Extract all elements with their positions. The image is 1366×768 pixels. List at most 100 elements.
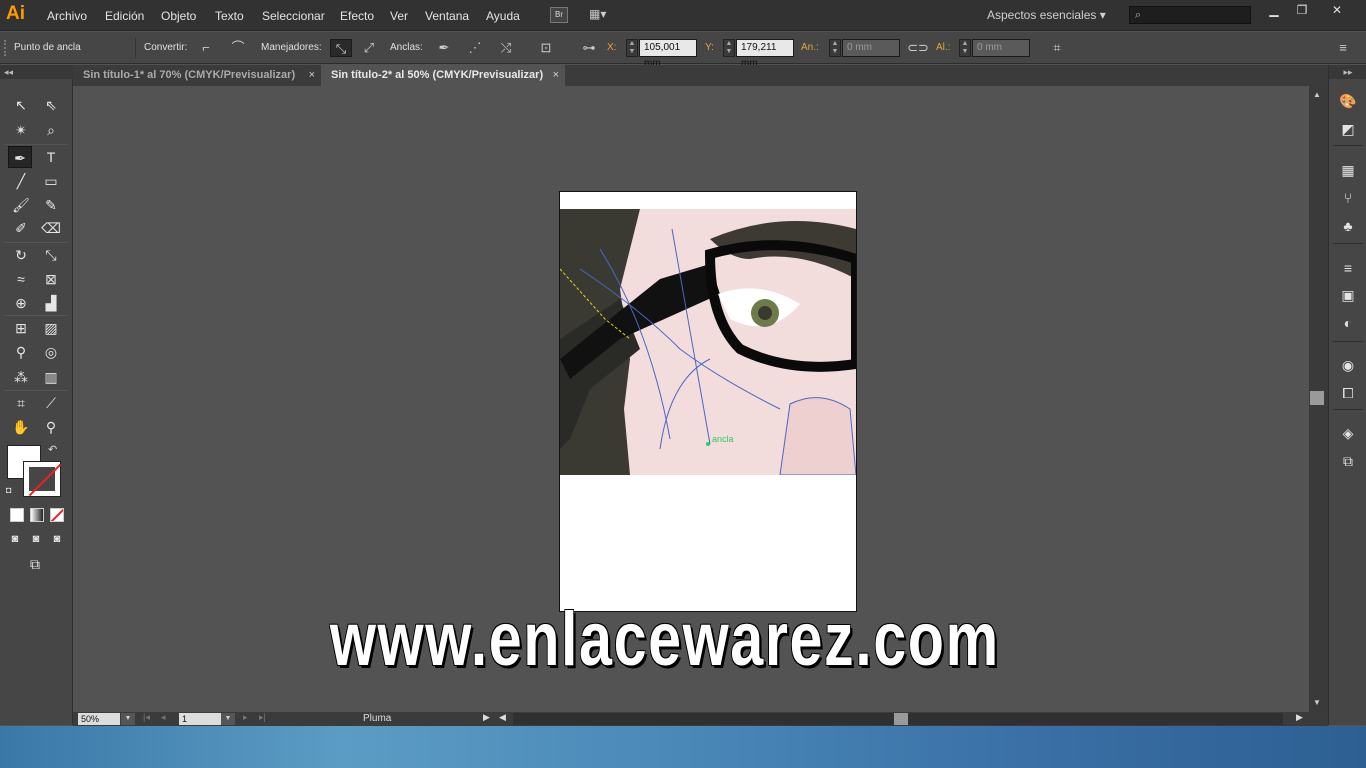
- last-artboard-icon[interactable]: ▸|: [259, 712, 266, 723]
- show-handles-icon[interactable]: ⤡: [330, 39, 352, 57]
- remove-anchor-icon[interactable]: ✒: [433, 39, 455, 57]
- close-icon[interactable]: ✕: [1326, 3, 1348, 17]
- tab-document-2[interactable]: Sin título-2* al 50% (CMYK/Previsualizar…: [321, 65, 565, 86]
- scroll-right-icon[interactable]: ▶: [1296, 712, 1303, 723]
- direct-selection-tool-icon[interactable]: ⇖: [39, 94, 63, 116]
- menu-archivo[interactable]: Archivo: [47, 9, 87, 23]
- transparency-panel-icon[interactable]: ◐: [1337, 313, 1359, 333]
- blob-brush-tool-icon[interactable]: ✐: [9, 217, 33, 239]
- mesh-tool-icon[interactable]: ⊞: [9, 317, 33, 339]
- width-stepper[interactable]: ▲ ▼: [829, 39, 841, 57]
- width-field[interactable]: 0 mm: [842, 39, 900, 57]
- convert-corner-icon[interactable]: ⌐: [195, 39, 217, 57]
- pen-tool-icon[interactable]: ✒: [8, 146, 32, 168]
- hide-handles-icon[interactable]: ⤢: [358, 39, 380, 57]
- horizontal-scrollbar[interactable]: [513, 713, 1283, 725]
- control-bar-grip[interactable]: [4, 40, 8, 56]
- tools-panel-collapse-icon[interactable]: ◂◂: [0, 65, 73, 79]
- help-search-input[interactable]: ⌕: [1129, 6, 1251, 24]
- width-tool-icon[interactable]: ≈: [9, 268, 33, 290]
- slice-tool-icon[interactable]: ⟋: [39, 392, 63, 414]
- artwork-illustration[interactable]: ancla: [560, 209, 856, 475]
- layers-panel-icon[interactable]: ◈: [1337, 423, 1359, 443]
- next-artboard-icon[interactable]: ▸: [243, 712, 248, 723]
- link-proportions-icon[interactable]: ⊂⊃: [907, 39, 929, 57]
- selection-tool-icon[interactable]: ↖: [9, 94, 33, 116]
- menu-edicion[interactable]: Edición: [105, 9, 144, 23]
- hand-tool-icon[interactable]: ✋: [9, 416, 33, 438]
- arrange-documents-icon[interactable]: ▦▾: [589, 7, 617, 23]
- connect-endpoints-icon[interactable]: ⋰: [464, 39, 486, 57]
- restore-icon[interactable]: ❐: [1291, 3, 1313, 17]
- transform-icon[interactable]: ⌗: [1046, 39, 1068, 57]
- artboard[interactable]: ancla: [559, 191, 857, 612]
- none-mode-icon[interactable]: [50, 508, 64, 522]
- swatches-panel-icon[interactable]: ▦: [1337, 160, 1359, 180]
- artboard-tool-icon[interactable]: ⌗: [9, 392, 33, 414]
- gradient-panel-icon[interactable]: ▣: [1337, 285, 1359, 305]
- line-segment-tool-icon[interactable]: ╱: [9, 170, 33, 192]
- stroke-swatch[interactable]: [23, 461, 62, 497]
- rotate-tool-icon[interactable]: ↻: [9, 244, 33, 266]
- tab-document-1[interactable]: Sin título-1* al 70% (CMYK/Previsualizar…: [73, 65, 321, 86]
- previous-artboard-icon[interactable]: ◂: [161, 712, 166, 723]
- bridge-button[interactable]: Br: [550, 7, 568, 23]
- zoom-tool-icon[interactable]: ⚲: [39, 416, 63, 438]
- perspective-grid-tool-icon[interactable]: ▟: [39, 292, 63, 314]
- color-panel-icon[interactable]: 🎨: [1337, 91, 1359, 111]
- artboard-number-field[interactable]: 1: [179, 713, 221, 725]
- appearance-panel-icon[interactable]: ◉: [1337, 355, 1359, 375]
- cut-path-icon[interactable]: ⤭: [495, 39, 517, 57]
- scroll-up-icon[interactable]: ▲: [1313, 90, 1321, 99]
- zoom-field[interactable]: 50%: [78, 713, 120, 725]
- menu-efecto[interactable]: Efecto: [340, 9, 374, 23]
- align-anchor-icon[interactable]: ⊶: [578, 39, 600, 57]
- artboard-dropdown-icon[interactable]: ▼: [221, 713, 235, 725]
- eyedropper-tool-icon[interactable]: ⚲: [9, 341, 33, 363]
- zoom-dropdown-icon[interactable]: ▼: [121, 713, 135, 725]
- default-fill-stroke-icon[interactable]: ◘: [6, 485, 11, 495]
- lasso-tool-icon[interactable]: ⌕: [39, 119, 63, 141]
- height-field[interactable]: 0 mm: [972, 39, 1030, 57]
- rectangle-tool-icon[interactable]: ▭: [39, 170, 63, 192]
- brushes-panel-icon[interactable]: ⑂: [1337, 188, 1359, 208]
- menu-objeto[interactable]: Objeto: [161, 9, 196, 23]
- scroll-left-icon[interactable]: ◀: [499, 712, 506, 723]
- paintbrush-tool-icon[interactable]: 🖌: [9, 194, 33, 216]
- menu-ventana[interactable]: Ventana: [425, 9, 469, 23]
- symbols-panel-icon[interactable]: ♣: [1337, 216, 1359, 236]
- draw-inside-icon[interactable]: ◙: [48, 528, 66, 550]
- vertical-scrollbar[interactable]: ▲ ▼: [1309, 86, 1328, 712]
- type-tool-icon[interactable]: T: [39, 146, 63, 168]
- color-guide-icon[interactable]: ◩: [1337, 119, 1359, 139]
- gradient-mode-icon[interactable]: [30, 508, 44, 522]
- stroke-panel-icon[interactable]: ≡: [1337, 258, 1359, 278]
- scroll-down-icon[interactable]: ▼: [1313, 698, 1321, 707]
- status-menu-icon[interactable]: ▶: [483, 712, 490, 723]
- graphic-styles-panel-icon[interactable]: ⧠: [1337, 383, 1359, 403]
- swap-fill-stroke-icon[interactable]: ↶: [48, 443, 57, 456]
- first-artboard-icon[interactable]: |◂: [143, 712, 150, 723]
- control-panel-menu-icon[interactable]: ≡: [1332, 39, 1354, 57]
- menu-seleccionar[interactable]: Seleccionar: [262, 9, 325, 23]
- menu-ver[interactable]: Ver: [390, 9, 408, 23]
- workspace-switcher[interactable]: Aspectos esenciales ▾: [987, 8, 1106, 22]
- blend-tool-icon[interactable]: ◎: [39, 341, 63, 363]
- scale-tool-icon[interactable]: ⤡: [39, 244, 63, 266]
- height-stepper[interactable]: ▲ ▼: [959, 39, 971, 57]
- x-stepper[interactable]: ▲ ▼: [626, 39, 638, 57]
- horizontal-scroll-thumb[interactable]: [894, 713, 908, 725]
- draw-behind-icon[interactable]: ◙: [27, 528, 45, 550]
- pencil-tool-icon[interactable]: ✎: [39, 194, 63, 216]
- gradient-tool-icon[interactable]: ▨: [39, 317, 63, 339]
- free-transform-tool-icon[interactable]: ⊠: [39, 268, 63, 290]
- artboards-panel-icon[interactable]: ⧉: [1337, 451, 1359, 471]
- convert-smooth-icon[interactable]: ⌒: [227, 39, 249, 57]
- column-graph-tool-icon[interactable]: ▥: [39, 366, 63, 388]
- draw-normal-icon[interactable]: ◙: [6, 528, 24, 550]
- isolate-object-icon[interactable]: ⊡: [535, 39, 557, 57]
- y-stepper[interactable]: ▲ ▼: [723, 39, 735, 57]
- symbol-sprayer-tool-icon[interactable]: ⁂: [9, 366, 33, 388]
- screen-mode-icon[interactable]: ⧉: [23, 553, 47, 575]
- shape-builder-tool-icon[interactable]: ⊕: [9, 292, 33, 314]
